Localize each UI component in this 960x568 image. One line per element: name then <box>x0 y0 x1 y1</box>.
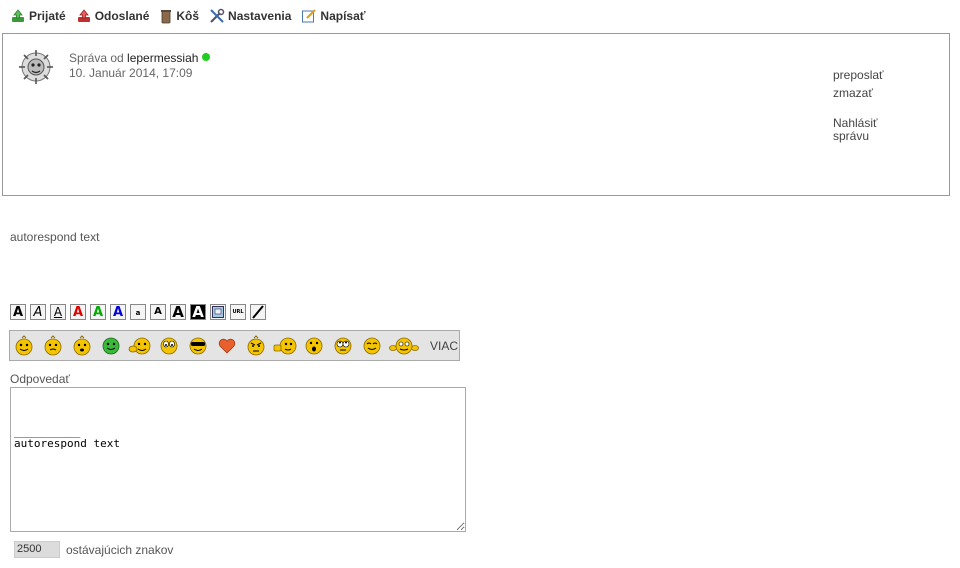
nav-compose-label: Napísať <box>320 9 366 23</box>
reply-textarea[interactable] <box>10 387 466 532</box>
heart-icon[interactable] <box>215 334 239 358</box>
nav-inbox[interactable]: Prijaté <box>10 8 66 24</box>
outline-text-button[interactable]: A <box>190 304 206 320</box>
smiley-smile-icon[interactable] <box>360 334 384 358</box>
message-body: autorespond text <box>10 230 100 244</box>
slash-icon <box>252 305 264 319</box>
image-icon <box>212 306 224 318</box>
mail-nav: Prijaté Odoslané Kôš Nastavenia Napísať <box>10 8 376 24</box>
smiley-3-icon[interactable] <box>70 334 94 358</box>
avatar[interactable] <box>19 50 53 84</box>
sent-icon <box>77 9 90 22</box>
smiley-rolleyes-icon[interactable] <box>331 334 355 358</box>
smiley-angry-icon[interactable] <box>244 334 268 358</box>
normal-text-button[interactable]: A <box>150 304 166 320</box>
remaining-chars-field: 2500 <box>14 541 60 558</box>
nav-inbox-label: Prijaté <box>29 9 66 23</box>
more-smileys-link[interactable]: VIAC <box>430 339 458 353</box>
message-meta: Správa od lepermessiah 10. Január 2014, … <box>69 51 211 81</box>
italic-button[interactable]: A <box>30 304 46 320</box>
delete-link[interactable]: zmazať <box>833 87 884 100</box>
forward-link[interactable]: preposlať <box>833 69 884 82</box>
reply-label: Odpovedať <box>10 372 70 386</box>
message-date: 10. Január 2014, 17:09 <box>69 66 193 80</box>
nav-trash[interactable]: Kôš <box>159 8 199 24</box>
message-header-box: Správa od lepermessiah 10. Január 2014, … <box>2 33 950 196</box>
report-link[interactable]: Nahlásiť správu <box>833 117 884 143</box>
message-actions: preposlať zmazať Nahlásiť správu <box>833 69 884 143</box>
insert-image-button[interactable] <box>210 304 226 320</box>
nav-sent[interactable]: Odoslané <box>76 8 150 24</box>
underline-button[interactable]: A <box>50 304 66 320</box>
small-text-button[interactable]: a <box>130 304 146 320</box>
smiley-arms-icon[interactable] <box>389 334 419 358</box>
blue-color-button[interactable]: A <box>110 304 126 320</box>
trash-icon <box>161 10 172 24</box>
green-color-button[interactable]: A <box>90 304 106 320</box>
smiley-wave-icon[interactable] <box>128 334 152 358</box>
nav-settings[interactable]: Nastavenia <box>209 8 291 24</box>
message-from-prefix: Správa od <box>69 51 124 65</box>
inbox-icon <box>12 9 24 22</box>
tools-icon <box>210 8 225 23</box>
smiley-1-icon[interactable] <box>12 334 36 358</box>
nav-compose[interactable]: Napísať <box>301 8 366 24</box>
nav-sent-label: Odoslané <box>94 9 150 23</box>
smiley-toolbar: VIAC <box>9 330 460 361</box>
large-text-button[interactable]: A <box>170 304 186 320</box>
insert-url-button[interactable]: URL <box>230 304 246 320</box>
nav-settings-label: Nastavenia <box>228 9 292 23</box>
smiley-green-icon[interactable] <box>99 334 123 358</box>
report-link-line2: správu <box>833 129 870 143</box>
smiley-eyes-icon[interactable] <box>157 334 181 358</box>
online-status-icon <box>202 53 211 61</box>
smiley-2-icon[interactable] <box>41 334 65 358</box>
format-toolbar: A A A A A A a A A A URL <box>10 304 270 320</box>
smiley-thumb-icon[interactable] <box>273 334 297 358</box>
bold-button[interactable]: A <box>10 304 26 320</box>
clear-format-button[interactable] <box>250 304 266 320</box>
smiley-surprised-icon[interactable] <box>302 334 326 358</box>
smiley-cool-icon[interactable] <box>186 334 210 358</box>
sender-link[interactable]: lepermessiah <box>127 51 198 65</box>
compose-icon <box>302 9 317 23</box>
remaining-chars-label: ostávajúcich znakov <box>66 542 174 557</box>
nav-trash-label: Kôš <box>176 9 200 23</box>
red-color-button[interactable]: A <box>70 304 86 320</box>
char-counter: 2500 ostávajúcich znakov <box>14 541 173 558</box>
